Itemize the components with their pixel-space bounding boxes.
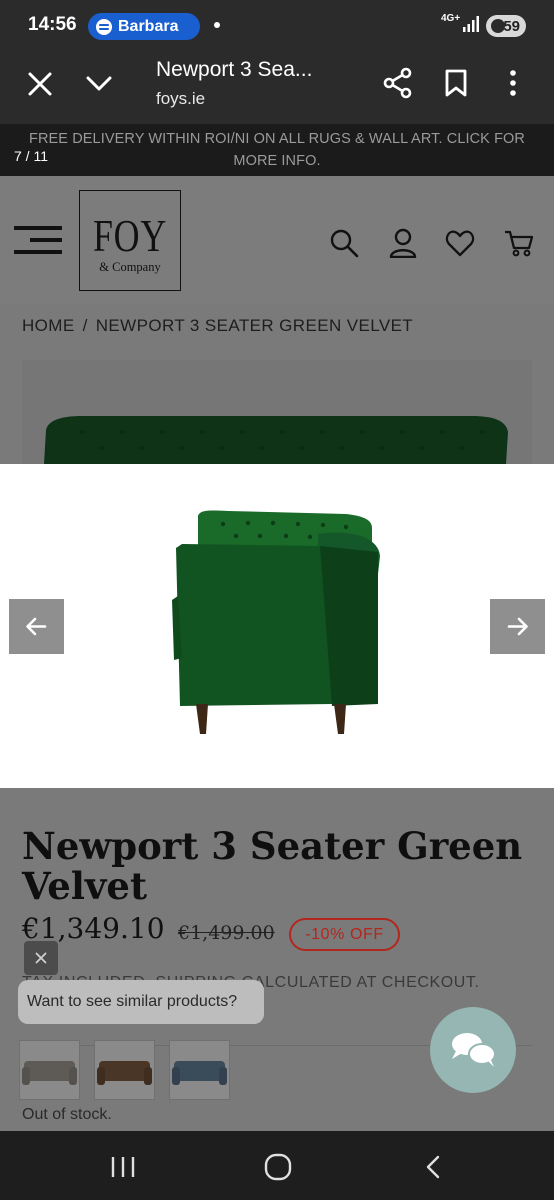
page-domain: foys.ie: [156, 89, 206, 108]
variant-swatch-blue[interactable]: [169, 1040, 230, 1100]
previous-image-button[interactable]: [9, 599, 64, 654]
announcement-bar[interactable]: FREE DELIVERY WITHIN ROI/NI ON ALL RUGS …: [0, 124, 554, 176]
media-user-name: Barbara: [118, 17, 179, 35]
product-title: Newport 3 Seater Green Velvet: [22, 824, 523, 908]
home-icon[interactable]: [264, 1153, 292, 1181]
breadcrumb-current: NEWPORT 3 SEATER GREEN VELVET: [95, 316, 414, 335]
close-icon[interactable]: [26, 70, 54, 98]
signal-icon: [463, 16, 479, 32]
cart-icon[interactable]: [504, 228, 534, 258]
close-icon: [35, 952, 47, 964]
sofa-thumbnail-blue: [172, 1061, 227, 1085]
media-playback-pill[interactable]: Barbara: [88, 13, 200, 40]
bookmark-icon[interactable]: [444, 69, 468, 97]
armchair-image: [172, 510, 380, 734]
browser-toolbar: Newport 3 Sea... foys.ie: [0, 52, 554, 124]
arrow-left-icon: [26, 617, 47, 636]
breadcrumb-home[interactable]: HOME: [22, 316, 75, 335]
sofa-back-image: [44, 416, 508, 464]
variant-swatch-brown[interactable]: [94, 1040, 155, 1100]
discount-badge: -10% OFF: [289, 918, 400, 951]
logo-sub-text: & Company: [99, 260, 161, 274]
logo-main-text: FOY: [92, 210, 168, 261]
status-bar: 14:56 Barbara 4G+ 59: [0, 0, 554, 52]
gallery-counter: 7 / 11: [14, 148, 48, 164]
next-image-button[interactable]: [490, 599, 545, 654]
battery-indicator: 59: [486, 15, 526, 37]
battery-saver-icon: [491, 19, 505, 33]
sofa-thumbnail-grey: [22, 1061, 77, 1085]
stock-status: Out of stock.: [22, 1106, 112, 1123]
original-price: €1,499.00: [178, 922, 275, 944]
variant-swatch-grey[interactable]: [19, 1040, 80, 1100]
system-navigation-bar: [0, 1131, 554, 1200]
account-icon[interactable]: [388, 228, 418, 258]
chat-bubbles-icon: [452, 1033, 496, 1067]
share-icon[interactable]: [383, 67, 413, 99]
similar-products-prompt[interactable]: Want to see similar products?: [18, 980, 264, 1024]
page-title: Newport 3 Sea...: [156, 58, 313, 81]
product-main-image[interactable]: [22, 360, 532, 464]
wishlist-heart-icon[interactable]: [445, 228, 475, 258]
dismiss-suggestion-button[interactable]: [24, 941, 58, 975]
live-chat-button[interactable]: [430, 1007, 516, 1093]
breadcrumb: HOME / NEWPORT 3 SEATER GREEN VELVET: [22, 316, 413, 336]
network-type: 4G+: [441, 13, 461, 24]
breadcrumb-separator: /: [82, 316, 88, 335]
chevron-down-icon[interactable]: [84, 70, 114, 98]
notification-dot: [214, 22, 220, 28]
spotify-icon: [96, 18, 112, 35]
menu-icon[interactable]: [14, 226, 62, 254]
sofa-thumbnail-brown: [97, 1061, 152, 1085]
more-options-icon[interactable]: [506, 69, 520, 97]
site-logo[interactable]: FOY & Company: [79, 190, 181, 291]
back-icon[interactable]: [424, 1155, 442, 1179]
image-lightbox: [0, 464, 554, 788]
battery-level: 59: [503, 17, 520, 35]
site-header: FOY & Company: [0, 176, 554, 304]
search-icon[interactable]: [329, 228, 359, 258]
arrow-right-icon: [507, 617, 528, 636]
recent-apps-icon[interactable]: [110, 1156, 136, 1178]
clock: 14:56: [28, 14, 77, 35]
